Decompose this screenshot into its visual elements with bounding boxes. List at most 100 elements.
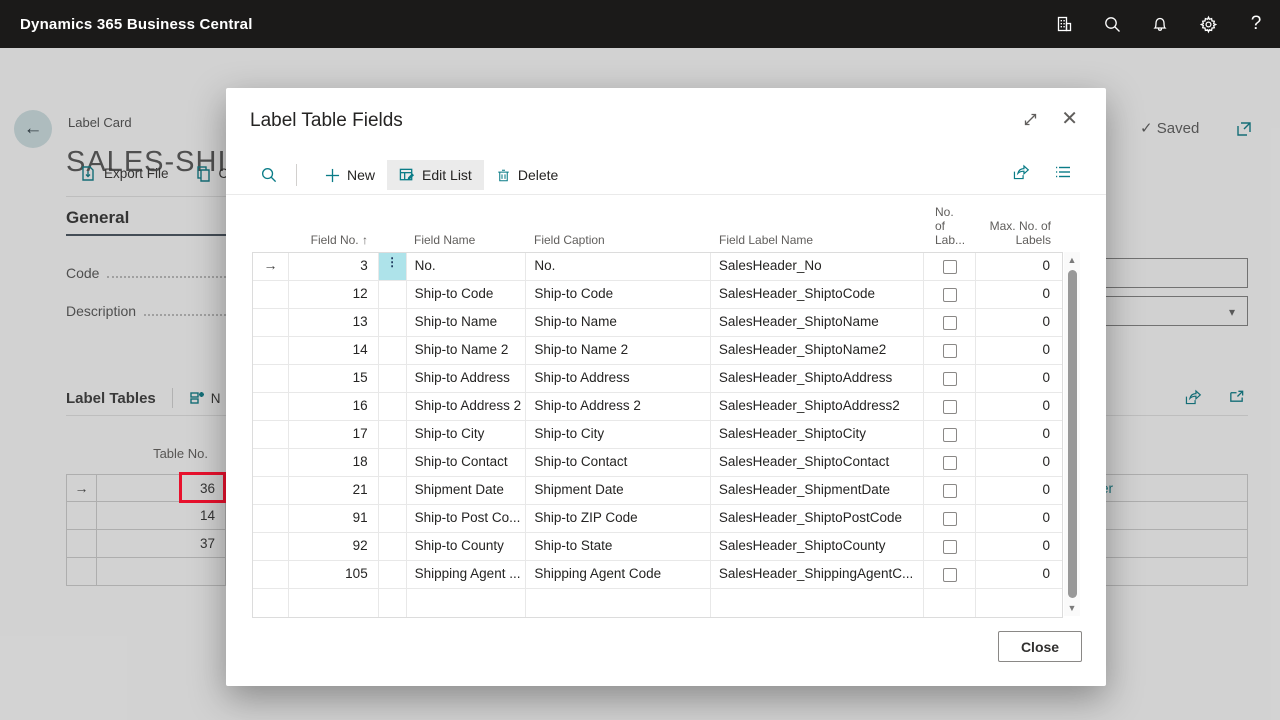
cell-max-labels[interactable]: 0 [976, 337, 1062, 364]
row-selector-cell[interactable] [253, 449, 289, 476]
cell-max-labels[interactable]: 0 [976, 281, 1062, 308]
cell-field-no[interactable]: 91 [289, 505, 379, 532]
close-dialog-icon[interactable]: ✕ [1061, 110, 1078, 128]
cell-field-name[interactable]: Ship-to Contact [407, 449, 527, 476]
cell-field-no[interactable]: 16 [289, 393, 379, 420]
edit-list-button[interactable]: Edit List [387, 160, 484, 190]
cell-field-label-name[interactable]: SalesHeader_ShiptoCity [711, 421, 924, 448]
cell-field-caption[interactable] [526, 589, 711, 617]
cell-field-label-name[interactable]: SalesHeader_ShiptoName2 [711, 337, 924, 364]
row-selector-cell[interactable] [253, 477, 289, 504]
header-no-of-labels[interactable]: No. of Lab... [925, 205, 977, 247]
row-selector-cell[interactable] [253, 337, 289, 364]
cell-max-labels[interactable]: 0 [976, 253, 1062, 280]
cell-field-caption[interactable]: Shipping Agent Code [526, 561, 711, 588]
cell-field-name[interactable]: Ship-to Name 2 [407, 337, 527, 364]
row-selector-cell[interactable] [253, 421, 289, 448]
list-options-icon[interactable] [1054, 163, 1072, 187]
cell-field-name[interactable]: Ship-to Address [407, 365, 527, 392]
no-of-labels-checkbox[interactable] [943, 512, 957, 526]
scroll-down-arrow[interactable]: ▼ [1068, 600, 1077, 616]
new-button[interactable]: New [313, 160, 387, 190]
company-icon[interactable] [1040, 0, 1088, 48]
row-menu-cell[interactable]: ⋮ [379, 449, 407, 476]
row-selector-cell[interactable] [253, 393, 289, 420]
close-button[interactable]: Close [998, 631, 1082, 662]
row-menu-cell[interactable]: ⋮ [379, 589, 407, 617]
header-field-label-name[interactable]: Field Label Name [711, 233, 925, 247]
cell-field-caption[interactable]: No. [526, 253, 711, 280]
cell-max-labels[interactable]: 0 [976, 477, 1062, 504]
row-selector-cell[interactable] [253, 561, 289, 588]
cell-max-labels[interactable]: 0 [976, 505, 1062, 532]
scroll-up-arrow[interactable]: ▲ [1068, 252, 1077, 268]
cell-field-label-name[interactable]: SalesHeader_No [711, 253, 924, 280]
cell-field-no[interactable]: 12 [289, 281, 379, 308]
row-menu-cell[interactable]: ⋮ [379, 505, 407, 532]
cell-field-name[interactable] [407, 589, 527, 617]
settings-gear-icon[interactable] [1184, 0, 1232, 48]
cell-field-name[interactable]: No. [407, 253, 527, 280]
search-icon[interactable] [260, 166, 278, 184]
cell-field-label-name[interactable]: SalesHeader_ShiptoContact [711, 449, 924, 476]
cell-field-caption[interactable]: Ship-to ZIP Code [526, 505, 711, 532]
cell-field-label-name[interactable]: SalesHeader_ShiptoCounty [711, 533, 924, 560]
no-of-labels-checkbox[interactable] [943, 372, 957, 386]
cell-max-labels[interactable] [976, 589, 1062, 617]
cell-field-no[interactable]: 18 [289, 449, 379, 476]
row-menu-cell[interactable]: ⋮ [379, 365, 407, 392]
no-of-labels-checkbox[interactable] [943, 484, 957, 498]
scrollbar-thumb[interactable] [1068, 270, 1077, 598]
row-selector-cell[interactable] [253, 589, 289, 617]
cell-max-labels[interactable]: 0 [976, 421, 1062, 448]
cell-field-no[interactable]: 3 [289, 253, 379, 280]
row-menu-cell[interactable]: ⋮ [379, 309, 407, 336]
cell-field-label-name[interactable] [711, 589, 924, 617]
cell-field-name[interactable]: Ship-to Code [407, 281, 527, 308]
no-of-labels-checkbox[interactable] [943, 316, 957, 330]
row-menu-cell[interactable]: ⋮ [379, 477, 407, 504]
row-selector-cell[interactable] [253, 533, 289, 560]
cell-field-no[interactable]: 15 [289, 365, 379, 392]
cell-field-label-name[interactable]: SalesHeader_ShiptoCode [711, 281, 924, 308]
header-field-no[interactable]: Field No. ↑ [288, 233, 378, 247]
row-selector-cell[interactable] [253, 309, 289, 336]
cell-field-caption[interactable]: Shipment Date [526, 477, 711, 504]
header-field-name[interactable]: Field Name [406, 233, 526, 247]
no-of-labels-checkbox[interactable] [943, 288, 957, 302]
cell-field-caption[interactable]: Ship-to Contact [526, 449, 711, 476]
cell-field-label-name[interactable]: SalesHeader_ShiptoAddress2 [711, 393, 924, 420]
row-menu-cell[interactable]: ⋮ [379, 253, 407, 280]
no-of-labels-checkbox[interactable] [943, 540, 957, 554]
cell-field-name[interactable]: Ship-to County [407, 533, 527, 560]
cell-field-no[interactable]: 21 [289, 477, 379, 504]
no-of-labels-checkbox[interactable] [943, 260, 957, 274]
notifications-bell-icon[interactable] [1136, 0, 1184, 48]
row-menu-cell[interactable]: ⋮ [379, 561, 407, 588]
share-icon[interactable] [1011, 163, 1030, 187]
cell-field-name[interactable]: Ship-to Post Co... [407, 505, 527, 532]
cell-max-labels[interactable]: 0 [976, 449, 1062, 476]
cell-field-caption[interactable]: Ship-to City [526, 421, 711, 448]
no-of-labels-checkbox[interactable] [943, 400, 957, 414]
delete-button[interactable]: Delete [484, 160, 570, 190]
cell-field-no[interactable]: 105 [289, 561, 379, 588]
cell-field-caption[interactable]: Ship-to Name 2 [526, 337, 711, 364]
cell-max-labels[interactable]: 0 [976, 309, 1062, 336]
no-of-labels-checkbox[interactable] [943, 456, 957, 470]
row-menu-cell[interactable]: ⋮ [379, 421, 407, 448]
cell-field-name[interactable]: Ship-to Name [407, 309, 527, 336]
cell-max-labels[interactable]: 0 [976, 365, 1062, 392]
cell-field-name[interactable]: Ship-to City [407, 421, 527, 448]
cell-field-caption[interactable]: Ship-to Address [526, 365, 711, 392]
cell-field-caption[interactable]: Ship-to Code [526, 281, 711, 308]
no-of-labels-checkbox[interactable] [943, 344, 957, 358]
row-menu-cell[interactable]: ⋮ [379, 533, 407, 560]
no-of-labels-checkbox[interactable] [943, 568, 957, 582]
row-selector-cell[interactable]: → [253, 253, 289, 280]
row-menu-cell[interactable]: ⋮ [379, 337, 407, 364]
row-selector-cell[interactable] [253, 281, 289, 308]
cell-field-caption[interactable]: Ship-to Name [526, 309, 711, 336]
cell-field-label-name[interactable]: SalesHeader_ShiptoPostCode [711, 505, 924, 532]
cell-field-name[interactable]: Ship-to Address 2 [407, 393, 527, 420]
